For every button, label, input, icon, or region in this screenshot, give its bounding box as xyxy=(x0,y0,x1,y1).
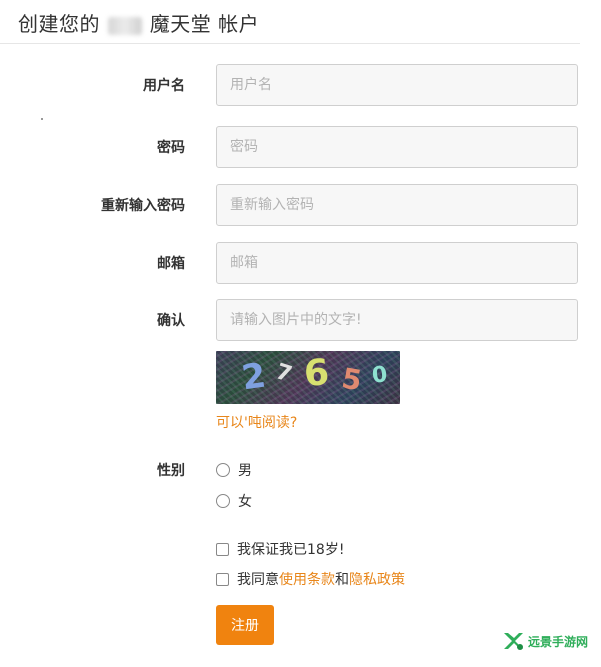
terms-checkbox[interactable] xyxy=(216,572,229,586)
username-input[interactable] xyxy=(216,64,578,106)
gender-option-female[interactable]: 女 xyxy=(216,491,252,511)
age-check-row[interactable]: 我保证我已18岁! xyxy=(216,539,344,559)
age-check-text: 我保证我已18岁! xyxy=(237,542,345,558)
email-row: 邮箱 xyxy=(0,242,601,284)
page-title: 创建您的 魔天堂 帐户 xyxy=(18,8,259,37)
terms-check-text: 我同意使用条款和隐私政策 xyxy=(237,569,405,589)
captcha-label: 确认 xyxy=(157,313,185,329)
username-row: 用户名 xyxy=(0,64,601,106)
captcha-image[interactable]: 2 7 6 5 0 xyxy=(216,351,400,404)
terms-check-row[interactable]: 我同意使用条款和隐私政策 xyxy=(216,569,405,589)
email-input[interactable] xyxy=(216,242,578,284)
page-header: 创建您的 魔天堂 帐户 xyxy=(0,0,580,44)
captcha-input[interactable] xyxy=(216,299,578,341)
password-confirm-row: 重新输入密码 xyxy=(0,184,601,226)
radio-female[interactable] xyxy=(216,494,230,508)
password-confirm-input[interactable] xyxy=(216,184,578,226)
password-input[interactable] xyxy=(216,126,578,168)
watermark-text: 远景手游网 xyxy=(528,634,589,649)
gender-option-male[interactable]: 男 xyxy=(216,460,252,480)
email-label: 邮箱 xyxy=(157,256,185,272)
terms-conj: 和 xyxy=(335,572,349,588)
radio-female-label: 女 xyxy=(238,494,252,510)
terms-prefix: 我同意 xyxy=(237,572,279,588)
radio-male[interactable] xyxy=(216,463,230,477)
register-button[interactable]: 注册 xyxy=(216,605,274,645)
age-checkbox[interactable] xyxy=(216,542,229,556)
captcha-unreadable-link[interactable]: 可以'吨阅读? xyxy=(216,412,297,432)
terms-of-use-link[interactable]: 使用条款 xyxy=(279,572,335,588)
page-title-suffix: 魔天堂 帐户 xyxy=(149,12,260,36)
password-row: 密码 xyxy=(0,126,601,168)
page-title-prefix: 创建您的 xyxy=(18,12,100,36)
gender-label: 性别 xyxy=(157,463,185,479)
watermark: 远景手游网 xyxy=(502,629,588,653)
password-confirm-label: 重新输入密码 xyxy=(101,198,185,214)
radio-male-label: 男 xyxy=(238,463,252,479)
password-label: 密码 xyxy=(157,140,185,156)
captcha-char-5: 0 xyxy=(370,362,389,389)
privacy-policy-link[interactable]: 隐私政策 xyxy=(349,572,405,588)
username-label: 用户名 xyxy=(143,78,185,94)
captcha-row: 确认 xyxy=(0,299,601,341)
captcha-char-3: 6 xyxy=(302,352,331,395)
blurred-title-fragment xyxy=(107,16,142,35)
gender-row: 性别 xyxy=(0,457,601,481)
watermark-logo-icon xyxy=(504,633,523,650)
stray-dot xyxy=(41,118,43,120)
